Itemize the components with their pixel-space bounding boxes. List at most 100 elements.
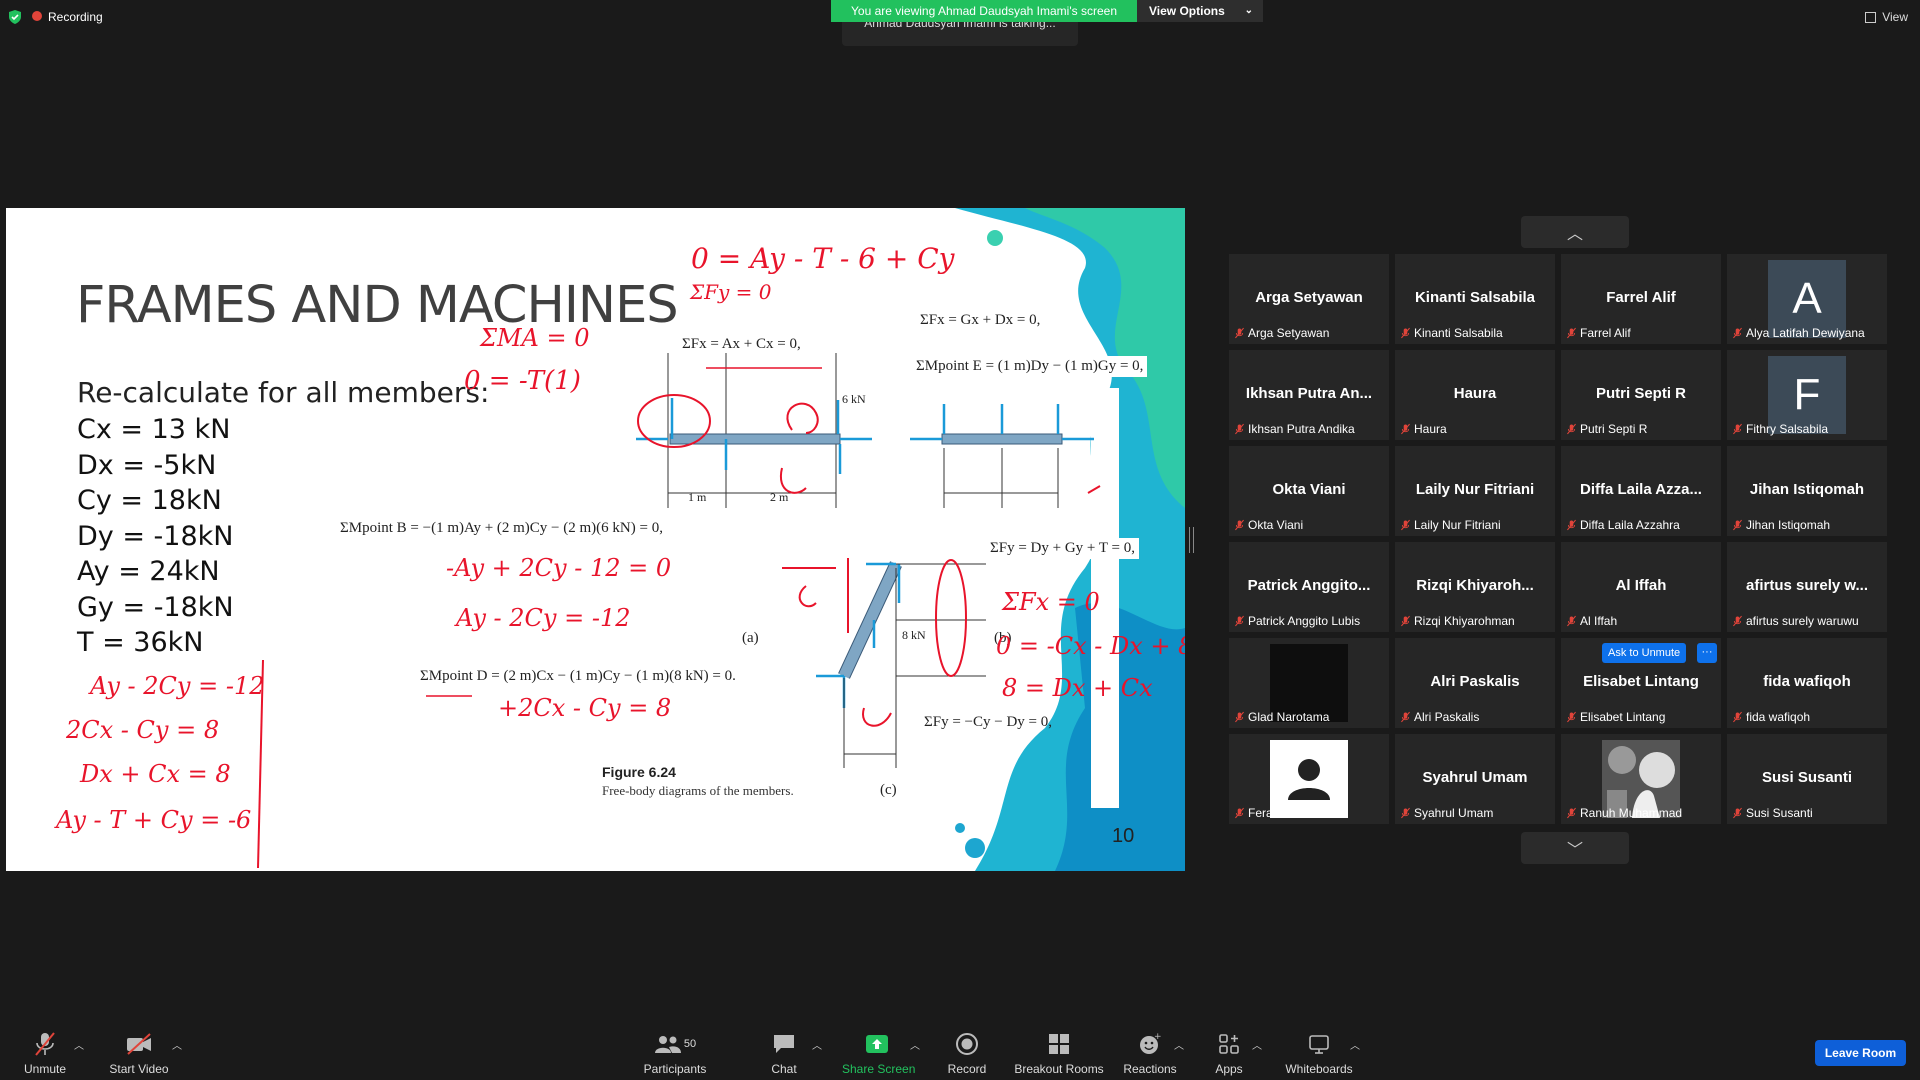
participant-name: Rizqi Khiyarohman: [1414, 614, 1515, 628]
whiteboards-options-caret[interactable]: ︿: [1350, 1037, 1360, 1052]
participant-tile[interactable]: Patrick Anggito... Patrick Anggito Lubis: [1229, 542, 1389, 632]
microphone-muted-icon: [1567, 519, 1576, 531]
eq-sum-m-b: ΣMpoint B = −(1 m)Ay + (2 m)Cy − (2 m)(6…: [340, 520, 663, 536]
participant-name: Ferarista Irawan: [1248, 806, 1335, 820]
participant-name: Arga Setyawan: [1248, 326, 1330, 340]
recording-indicator[interactable]: Recording: [8, 10, 103, 24]
eq-sum-fy-c: ΣFy = −Cy − Dy = 0,: [924, 714, 1052, 730]
view-options-button[interactable]: View Options ⌄: [1137, 0, 1263, 22]
microphone-muted-icon: [1567, 423, 1576, 435]
participant-name-label: Ranuh Muhammad: [1567, 806, 1682, 820]
microphone-muted-icon: [35, 1032, 55, 1056]
participants-icon: [654, 1036, 681, 1053]
more-options-button[interactable]: ···: [1697, 643, 1717, 663]
handwriting-note: 0 = Ay - T - 6 + Cy: [691, 242, 955, 275]
microphone-muted-icon: [1235, 327, 1244, 339]
participant-tile[interactable]: Ikhsan Putra An... Ikhsan Putra Andika: [1229, 350, 1389, 440]
participant-tile[interactable]: A Alya Latifah Dewiyana: [1727, 254, 1887, 344]
participant-tile[interactable]: Syahrul Umam Syahrul Umam: [1395, 734, 1555, 824]
handwriting-note: 8 = Dx + Cx: [1002, 674, 1153, 702]
participant-name: Putri Septi R: [1580, 422, 1648, 436]
participant-tile[interactable]: Al Iffah Al Iffah: [1561, 542, 1721, 632]
eq-sum-m-e: ΣMpoint E = (1 m)Dy − (1 m)Gy = 0,: [912, 356, 1148, 377]
participant-tile[interactable]: Haura Haura: [1395, 350, 1555, 440]
chat-button[interactable]: Chat: [766, 1030, 802, 1076]
reactions-icon: +: [1140, 1032, 1162, 1054]
handwriting-note: 2Cx - Cy = 8: [66, 716, 220, 744]
participant-tile[interactable]: Okta Viani Okta Viani: [1229, 446, 1389, 536]
participant-name-label: Arga Setyawan: [1235, 326, 1329, 340]
participants-button[interactable]: 50 Participants: [642, 1030, 708, 1076]
share-options-caret[interactable]: ︿: [910, 1037, 920, 1052]
participant-tile[interactable]: Rizqi Khiyaroh... Rizqi Khiyarohman: [1395, 542, 1555, 632]
apps-options-caret[interactable]: ︿: [1252, 1037, 1262, 1052]
participant-display-name: Kinanti Salsabila: [1414, 289, 1536, 306]
participant-display-name: Al Iffah: [1615, 577, 1667, 594]
gallery-next-button[interactable]: ﹀: [1521, 832, 1629, 864]
view-button[interactable]: View: [1865, 10, 1908, 24]
participant-tile[interactable]: Alri Paskalis Alri Paskalis: [1395, 638, 1555, 728]
eq-sum-fx-a: ΣFx = Ax + Cx = 0,: [682, 336, 801, 352]
participant-tile[interactable]: Kinanti Salsabila Kinanti Salsabila: [1395, 254, 1555, 344]
participant-name-label: Fithry Salsabila: [1733, 422, 1828, 436]
participant-tile[interactable]: Glad Narotama: [1229, 638, 1389, 728]
participant-name: Ranuh Muhammad: [1580, 806, 1683, 820]
share-screen-button[interactable]: Share Screen: [842, 1030, 915, 1076]
participant-name: Fithry Salsabila: [1746, 422, 1829, 436]
audio-options-caret[interactable]: ︿: [74, 1037, 84, 1052]
reactions-options-caret[interactable]: ︿: [1174, 1037, 1184, 1052]
chat-icon: [774, 1035, 794, 1053]
microphone-muted-icon: [1733, 711, 1742, 723]
participant-tile[interactable]: F Fithry Salsabila: [1727, 350, 1887, 440]
participant-name-label: Glad Narotama: [1235, 710, 1329, 724]
participant-tile[interactable]: Jihan Istiqomah Jihan Istiqomah: [1727, 446, 1887, 536]
microphone-muted-icon: [1235, 519, 1244, 531]
gallery-prev-button[interactable]: ︿: [1521, 216, 1629, 248]
label-6kn: 6 kN: [842, 392, 866, 406]
handwriting-note: ΣFy = 0: [690, 280, 772, 304]
participant-tile[interactable]: fida wafiqoh fida wafiqoh: [1727, 638, 1887, 728]
participant-tile[interactable]: Putri Septi R Putri Septi R: [1561, 350, 1721, 440]
microphone-muted-icon: [1401, 423, 1410, 435]
participant-name: Alya Latifah Dewiyana: [1746, 326, 1865, 340]
recording-dot-icon: [32, 11, 42, 21]
eq-sum-m-d: ΣMpoint D = (2 m)Cx − (1 m)Cy − (1 m)(8 …: [420, 668, 736, 684]
leave-room-button[interactable]: Leave Room: [1815, 1040, 1906, 1066]
whiteboards-button[interactable]: Whiteboards: [1284, 1030, 1354, 1076]
resize-handle[interactable]: [1189, 527, 1194, 553]
microphone-muted-icon: [1733, 327, 1742, 339]
participant-tile[interactable]: Farrel Alif Farrel Alif: [1561, 254, 1721, 344]
chat-options-caret[interactable]: ︿: [812, 1037, 822, 1052]
chevron-down-icon: ⌄: [1244, 5, 1253, 16]
microphone-muted-icon: [1401, 615, 1410, 627]
reactions-button[interactable]: + Reactions: [1122, 1030, 1178, 1076]
participant-tile[interactable]: Susi Susanti Susi Susanti: [1727, 734, 1887, 824]
start-video-button[interactable]: Start Video: [104, 1030, 174, 1076]
participant-tile[interactable]: Ranuh Muhammad: [1561, 734, 1721, 824]
microphone-muted-icon: [1567, 615, 1576, 627]
participant-tile[interactable]: Ferarista Irawan: [1229, 734, 1389, 824]
participant-name-label: Ferarista Irawan: [1235, 806, 1335, 820]
participant-display-name: Jihan Istiqomah: [1749, 481, 1865, 498]
unmute-button[interactable]: Unmute: [20, 1030, 70, 1076]
participant-tile[interactable]: Laily Nur Fitriani Laily Nur Fitriani: [1395, 446, 1555, 536]
apps-button[interactable]: Apps: [1214, 1030, 1244, 1076]
participant-name: Farrel Alif: [1580, 326, 1631, 340]
participant-tile[interactable]: Arga Setyawan Arga Setyawan: [1229, 254, 1389, 344]
microphone-muted-icon: [1567, 327, 1576, 339]
breakout-rooms-button[interactable]: Breakout Rooms: [1014, 1030, 1104, 1076]
participant-display-name: Patrick Anggito...: [1247, 577, 1371, 594]
recording-label: Recording: [32, 10, 103, 24]
participant-display-name: Arga Setyawan: [1255, 289, 1363, 306]
participant-name-label: Okta Viani: [1235, 518, 1303, 532]
participant-name: Al Iffah: [1580, 614, 1618, 628]
participant-name-label: Patrick Anggito Lubis: [1235, 614, 1360, 628]
microphone-muted-icon: [1733, 423, 1742, 435]
participant-name-label: Kinanti Salsabila: [1401, 326, 1503, 340]
participant-name-label: Farrel Alif: [1567, 326, 1631, 340]
ask-to-unmute-button[interactable]: Ask to Unmute: [1602, 643, 1687, 663]
video-options-caret[interactable]: ︿: [172, 1037, 182, 1052]
participant-tile[interactable]: Diffa Laila Azza... Diffa Laila Azzahra: [1561, 446, 1721, 536]
participant-tile[interactable]: afirtus surely w... afirtus surely waruwu: [1727, 542, 1887, 632]
record-button[interactable]: Record: [946, 1030, 988, 1076]
